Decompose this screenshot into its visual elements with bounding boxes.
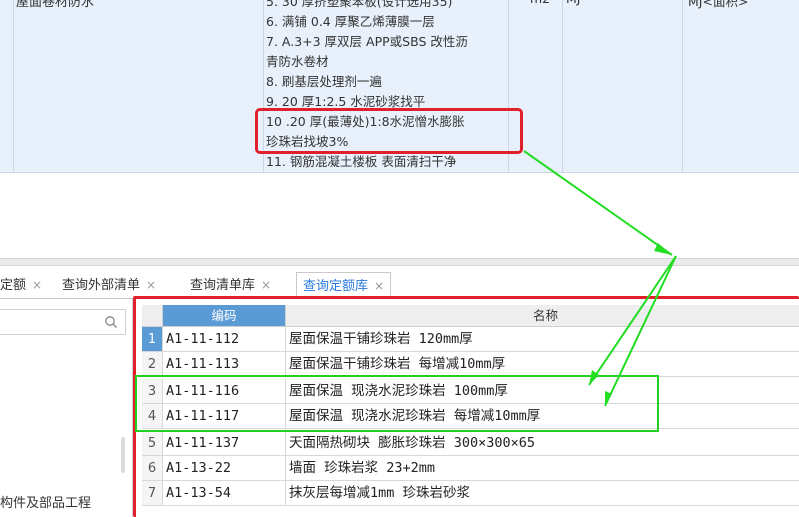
arrow-line — [588, 255, 677, 386]
arrow-line — [523, 150, 673, 256]
arrow-line — [604, 255, 677, 407]
annotation-arrows — [523, 150, 677, 407]
